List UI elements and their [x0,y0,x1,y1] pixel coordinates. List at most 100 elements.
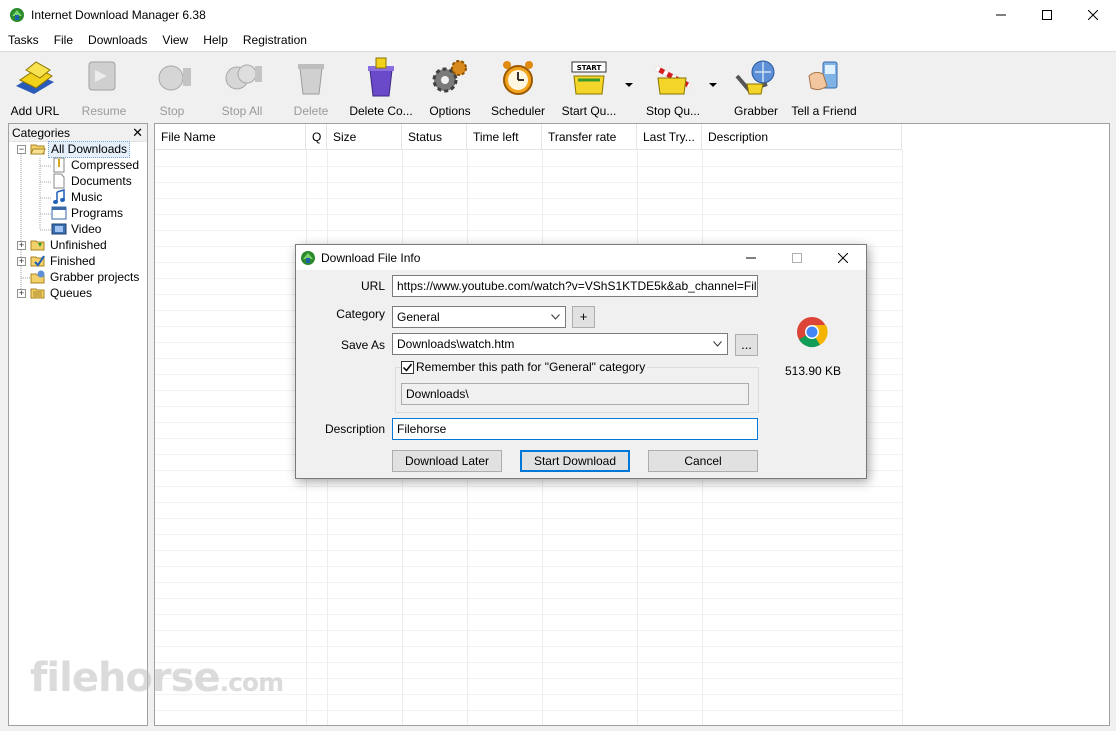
stop-button[interactable]: Stop [148,56,196,118]
url-field[interactable]: https://www.youtube.com/watch?v=VShS1KTD… [392,275,758,297]
cancel-button[interactable]: Cancel [648,450,758,472]
categories-panel: Categories ✕ − All Downloads Compressed … [8,123,148,726]
delete-completed-icon [368,57,394,97]
dialog-minimize-button[interactable] [728,245,774,270]
folder-download-icon [30,240,45,251]
stop-queue-dropdown-icon[interactable] [709,82,717,88]
tree-item-all-downloads[interactable]: All Downloads [30,140,131,158]
remember-path-label: Remember this path for "General" categor… [414,360,648,374]
tree-item-label: Compressed [71,157,140,172]
url-label: URL [360,279,385,293]
menu-tasks[interactable]: Tasks [0,30,46,51]
tell-a-friend-button[interactable]: Tell a Friend [791,56,857,118]
start-queue-icon: START [571,61,607,95]
file-size-label: 513.90 KB [785,364,842,378]
stop-all-button[interactable]: Stop All [217,56,267,118]
resume-button[interactable]: Resume [80,56,128,118]
add-url-label: Add URL [10,104,60,118]
all-downloads-collapse-icon[interactable]: − [17,145,26,154]
queues-folder-icon [30,288,45,299]
stop-queue-button[interactable]: Stop Qu... [645,56,701,118]
col-transfer-rate[interactable]: Transfer rate [542,124,637,150]
tree-item-programs[interactable]: Programs [51,205,125,221]
watermark-suffix: .com [219,668,285,697]
menu-downloads[interactable]: Downloads [80,30,154,51]
options-button[interactable]: Options [426,56,474,118]
tree-item-music[interactable]: Music [51,189,104,205]
tree-item-label: Finished [50,253,96,268]
idm-logo-icon [10,8,24,22]
minimize-button[interactable] [978,0,1024,30]
unfinished-expand-icon[interactable]: + [17,241,26,250]
tree-item-unfinished[interactable]: Unfinished [30,237,109,253]
folder-check-icon [30,255,45,267]
tree-item-label: Programs [71,205,124,220]
watermark-logo: filehorse.com [30,655,285,701]
options-gear-icon [432,60,467,93]
document-icon [53,173,65,189]
close-button[interactable] [1070,0,1116,30]
download-file-info-dialog: Download File Info URL https://www.youtu… [295,244,867,479]
start-download-button[interactable]: Start Download [520,450,630,472]
menu-file[interactable]: File [46,30,80,51]
tree-item-documents[interactable]: Documents [51,173,134,189]
remember-path-checkbox[interactable] [401,361,414,374]
maximize-button[interactable] [1024,0,1070,30]
film-icon [51,223,67,235]
dialog-close-button[interactable] [820,245,866,270]
start-queue-label: Start Qu... [561,104,617,118]
minimize-icon [746,257,756,258]
chevron-down-icon [551,314,560,320]
start-queue-button[interactable]: START Start Qu... [561,56,617,118]
description-field[interactable]: Filehorse [392,418,758,440]
stop-icon [158,65,191,91]
finished-expand-icon[interactable]: + [17,257,26,266]
dialog-title-bar: Download File Info [296,245,866,270]
scheduler-button[interactable]: Scheduler [490,56,546,118]
stop-queue-label: Stop Qu... [645,104,701,118]
start-queue-dropdown-icon[interactable] [625,82,633,88]
add-category-button[interactable]: + [572,306,595,328]
tree-item-video[interactable]: Video [51,221,103,237]
description-label: Description [324,422,385,436]
category-select[interactable]: General [392,306,566,328]
tell-a-friend-label: Tell a Friend [791,104,857,118]
menu-help[interactable]: Help [195,30,235,51]
delete-button[interactable]: Delete [288,56,334,118]
minimize-icon [996,14,1006,16]
delete-completed-label: Delete Co... [349,104,413,118]
queues-expand-icon[interactable]: + [17,289,26,298]
tree-item-label: Unfinished [50,237,107,252]
col-size[interactable]: Size [327,124,402,150]
grabber-button[interactable]: Grabber [732,56,780,118]
chrome-icon [797,317,828,348]
browse-button[interactable]: ... [735,334,758,356]
stop-all-label: Stop All [221,104,263,118]
col-time-left[interactable]: Time left [467,124,542,150]
resume-icon [88,61,116,91]
tree-item-grabber-projects[interactable]: Grabber projects [30,269,141,285]
grabber-label: Grabber [733,104,779,118]
col-last-try[interactable]: Last Try... [637,124,702,150]
download-later-button[interactable]: Download Later [392,450,502,472]
col-status[interactable]: Status [402,124,467,150]
program-window-icon [51,206,67,220]
col-queue[interactable]: Q [306,124,327,150]
save-as-select[interactable]: Downloads\watch.htm [392,333,728,355]
tell-a-friend-icon [808,61,838,91]
add-url-button[interactable]: Add URL [9,56,61,118]
toolbar: Add URL Resume Stop Stop All Delete Dele… [0,51,1116,121]
watermark-text: filehorse [30,655,221,701]
col-file-name[interactable]: File Name [155,124,306,150]
menu-view[interactable]: View [154,30,195,51]
menu-registration[interactable]: Registration [235,30,314,51]
options-label: Options [429,104,471,118]
col-description[interactable]: Description [702,124,902,150]
stop-queue-icon [654,65,692,95]
tree-item-finished[interactable]: Finished [30,253,97,269]
tree-item-label: Queues [50,285,93,300]
resume-label: Resume [81,104,127,118]
tree-item-queues[interactable]: Queues [30,285,94,301]
tree-item-compressed[interactable]: Compressed [51,157,141,173]
delete-completed-button[interactable]: Delete Co... [349,56,413,118]
